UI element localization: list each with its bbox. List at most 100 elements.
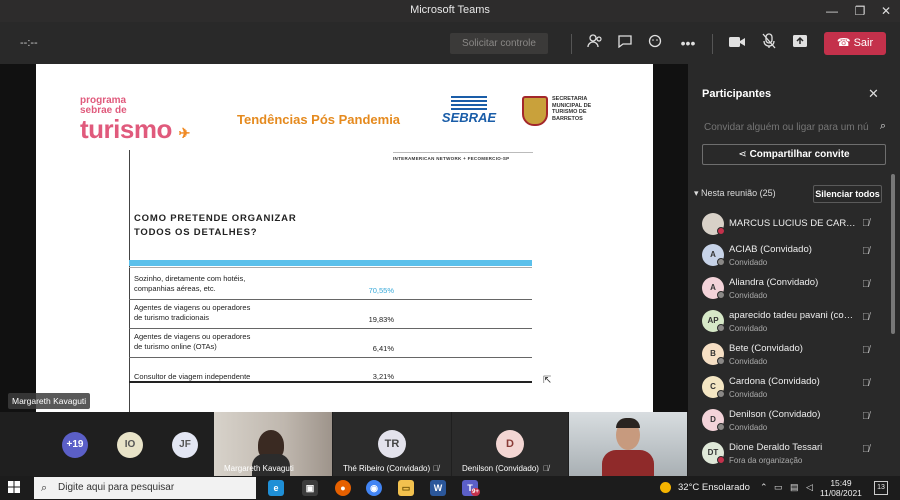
volume-icon[interactable]: ◁ xyxy=(806,482,813,493)
row-value: 70,55% xyxy=(368,286,394,295)
participant-role: Convidado xyxy=(729,390,768,399)
secretaria-label: SECRETARIA MUNICIPAL DE TURISMO DE BARRE… xyxy=(552,96,592,122)
participant-name: aparecido tadeu pavani (conv... xyxy=(729,310,857,321)
clock-time: 15:49 xyxy=(830,478,852,488)
weather-sun-icon xyxy=(660,482,671,493)
minimize-icon[interactable]: — xyxy=(822,3,842,19)
share-icon[interactable] xyxy=(789,33,811,53)
participant-row[interactable]: A ACIAB (Convidado) Convidado 🎙̸ xyxy=(702,241,886,273)
presenter-name-label: Margareth Kavaguti xyxy=(8,393,91,409)
participant-row[interactable]: B Bete (Convidado) Convidado 🎙̸ xyxy=(702,340,886,372)
participant-row[interactable]: AP aparecido tadeu pavani (conv... Convi… xyxy=(702,307,886,339)
notification-icon[interactable]: 13 xyxy=(874,481,888,495)
close-icon[interactable]: ✕ xyxy=(868,86,879,102)
taskbar-search[interactable]: ⌕ Digite aqui para pesquisar xyxy=(34,477,256,499)
share-invite-label: Compartilhar convite xyxy=(749,149,850,160)
mic-off-icon[interactable]: 🎙̸ xyxy=(862,444,870,455)
windows-start-icon[interactable] xyxy=(8,481,20,496)
avatar: D xyxy=(496,430,524,458)
chrome-icon[interactable]: ◉ xyxy=(366,480,382,496)
mic-off-icon[interactable]: 🎙̸ xyxy=(862,279,870,290)
word-icon[interactable]: W xyxy=(430,480,446,496)
mouse-cursor-icon: ⇱ xyxy=(543,375,552,386)
row-label: Agentes de viagens ou operadores de turi… xyxy=(134,332,251,351)
participant-row[interactable]: A Aliandra (Convidado) Convidado 🎙̸ xyxy=(702,274,886,306)
participant-row[interactable]: D Denilson (Convidado) Convidado 🎙̸ xyxy=(702,406,886,438)
store-icon[interactable]: ▣ xyxy=(302,480,318,496)
participant-row[interactable]: MARCUS LUCIUS DE CARVAL... 🎙̸ xyxy=(702,210,886,242)
call-timer: --:-- xyxy=(20,37,38,49)
mic-off-icon[interactable]: 🎙̸ xyxy=(862,345,870,356)
teams-badge: 9+ xyxy=(471,488,480,496)
video-tile[interactable] xyxy=(569,412,687,476)
overflow-participants-button[interactable]: +19 xyxy=(62,432,88,458)
tile-name: Thé Ribeiro (Convidado) xyxy=(343,464,431,473)
panel-scrollbar[interactable] xyxy=(891,174,895,334)
chevron-up-icon[interactable]: ⌃ xyxy=(760,482,768,493)
search-icon[interactable]: ⌕ xyxy=(880,120,886,133)
participant-role: Convidado xyxy=(729,423,768,432)
status-dot xyxy=(717,227,725,235)
mic-off-icon[interactable]: 🎙̸ xyxy=(862,218,870,229)
video-tile-name: Margareth Kavaguti xyxy=(224,464,294,473)
participant-name: MARCUS LUCIUS DE CARVAL... xyxy=(729,218,857,229)
clock-date: 11/08/2021 xyxy=(820,488,862,498)
phone-icon: ☎ xyxy=(836,37,851,49)
firefox-icon[interactable]: ● xyxy=(335,480,351,496)
participant-row[interactable]: C Cardona (Convidado) Convidado 🎙̸ xyxy=(702,373,886,405)
toolbar-divider xyxy=(712,34,713,54)
row-value: 3,21% xyxy=(372,372,394,381)
chat-icon[interactable] xyxy=(614,33,636,53)
weather-widget[interactable]: 32°C Ensolarado xyxy=(678,482,750,493)
slide-title: Tendências Pós Pandemia xyxy=(237,112,401,127)
invite-input[interactable] xyxy=(704,117,868,138)
in-meeting-header[interactable]: ▾ Nesta reunião (25) xyxy=(694,188,776,199)
participant-role: Convidado xyxy=(729,357,768,366)
presentation-slide: programa sebrae de turismo ✈ Tendências … xyxy=(36,64,653,412)
participant-role: Convidado xyxy=(729,291,768,300)
file-explorer-icon[interactable]: ▭ xyxy=(398,480,414,496)
close-icon[interactable]: ✕ xyxy=(876,3,896,19)
source-label: INTERAMERICAN NETWORK + FECOMERCIO-SP xyxy=(393,156,510,161)
participant-name: Aliandra (Convidado) xyxy=(729,277,819,288)
more-icon[interactable]: ••• xyxy=(677,33,699,53)
participant-row[interactable]: DT Dione Deraldo Tessari Fora da organiz… xyxy=(702,439,886,471)
camera-icon[interactable] xyxy=(726,33,748,53)
panel-title: Participantes xyxy=(702,88,772,100)
status-dot xyxy=(717,390,725,398)
barretos-seal-icon xyxy=(522,96,548,126)
participant-role: Convidado xyxy=(729,324,768,333)
teams-icon[interactable]: T 9+ xyxy=(462,480,480,496)
battery-icon[interactable]: ▤ xyxy=(790,482,799,493)
maximize-icon[interactable]: ❐ xyxy=(850,3,870,19)
request-control-button[interactable]: Solicitar controle xyxy=(450,33,548,54)
participant-name: Denilson (Convidado) xyxy=(729,409,821,420)
participant-tiles: +19 IO JF Margareth Kavaguti TR Thé Ribe… xyxy=(0,412,688,476)
video-tile[interactable]: Margareth Kavaguti xyxy=(214,412,332,476)
share-invite-button[interactable]: ⋖ Compartilhar convite xyxy=(702,144,886,165)
leave-button[interactable]: ☎ Sair xyxy=(824,32,886,55)
participants-icon[interactable] xyxy=(584,33,606,53)
edge-icon[interactable]: e xyxy=(268,480,284,496)
mic-off-icon[interactable]: 🎙̸ xyxy=(862,312,870,323)
avatar[interactable]: IO xyxy=(117,432,143,458)
taskbar-clock[interactable]: 15:49 11/08/2021 xyxy=(820,478,862,498)
participant-name: Dione Deraldo Tessari xyxy=(729,442,823,453)
avatar[interactable]: JF xyxy=(172,432,198,458)
participant-tile[interactable]: TR Thé Ribeiro (Convidado) 🎙̸ xyxy=(333,412,451,476)
share-link-icon: ⋖ xyxy=(738,149,750,160)
mic-off-icon[interactable]: 🎙̸ xyxy=(862,411,870,422)
shared-screen-stage: programa sebrae de turismo ✈ Tendências … xyxy=(0,64,688,412)
search-placeholder: Digite aqui para pesquisar xyxy=(58,482,175,493)
mic-off-icon[interactable]: 🎙̸ xyxy=(862,378,870,389)
mute-all-button[interactable]: Silenciar todos xyxy=(813,185,882,203)
network-icon[interactable]: ▭ xyxy=(774,482,783,493)
participant-tile[interactable]: D Denilson (Convidado) 🎙̸ xyxy=(452,412,568,476)
row-label: Sozinho, diretamente com hotéis, companh… xyxy=(134,274,246,293)
status-dot xyxy=(717,456,725,464)
mic-off-icon[interactable]: 🎙̸ xyxy=(862,246,870,257)
call-toolbar: --:-- Solicitar controle ••• ☎ Sair xyxy=(0,22,900,64)
reactions-icon[interactable] xyxy=(645,33,667,53)
invite-search-field[interactable]: ⌕ xyxy=(704,117,888,138)
mic-off-icon[interactable] xyxy=(758,33,780,53)
